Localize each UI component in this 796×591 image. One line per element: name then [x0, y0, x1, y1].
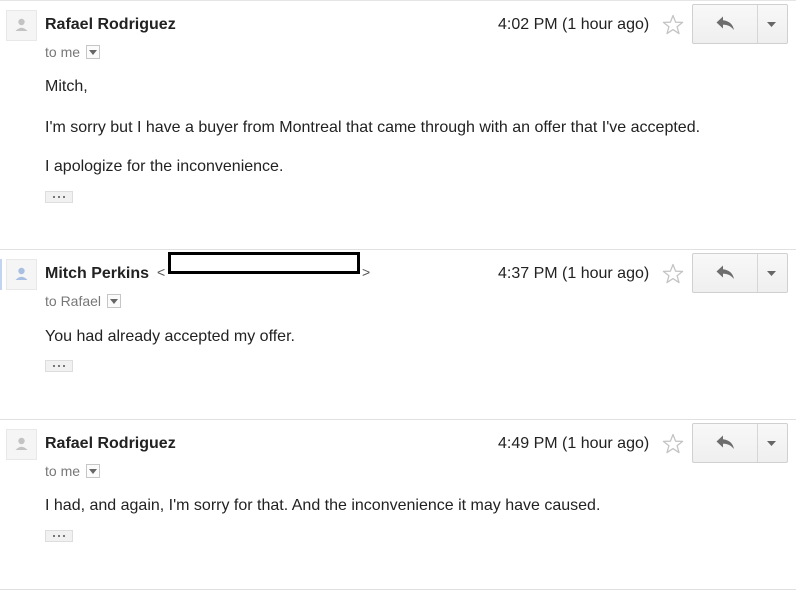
show-details-button[interactable]	[107, 294, 122, 309]
reply-button-group	[692, 423, 788, 463]
message-body-line: You had already accepted my offer.	[45, 328, 295, 345]
recipient-label: to Rafael	[45, 293, 102, 309]
reply-button-group	[692, 4, 788, 44]
reply-icon	[716, 435, 734, 449]
message-body-line: I apologize for the inconvenience.	[45, 158, 284, 175]
ellipsis-icon	[53, 535, 55, 537]
ellipsis-dot	[63, 365, 65, 367]
reply-icon	[716, 265, 734, 279]
reply-icon	[716, 16, 734, 30]
ellipsis-dot	[58, 535, 60, 537]
person-icon	[15, 437, 28, 450]
more-options-button[interactable]	[757, 5, 787, 43]
recipient-line[interactable]: to Rafael	[45, 293, 122, 309]
show-details-button[interactable]	[86, 45, 101, 60]
message-divider	[0, 249, 796, 250]
top-border	[0, 0, 796, 1]
reply-button[interactable]	[693, 254, 758, 292]
avatar	[6, 259, 37, 290]
focus-indicator	[0, 259, 2, 290]
recipient-label: to me	[45, 44, 81, 60]
message-time: 4:49 PM (1 hour ago)	[498, 435, 650, 452]
person-icon	[15, 267, 28, 280]
email-close-bracket: >	[362, 264, 371, 280]
more-options-button[interactable]	[757, 424, 787, 462]
message-body-line: I'm sorry but I have a buyer from Montre…	[45, 119, 701, 136]
message-divider	[0, 419, 796, 420]
sender-name[interactable]: Rafael Rodriguez	[45, 435, 176, 453]
chevron-down-icon	[110, 299, 119, 305]
ellipsis-dot	[63, 535, 65, 537]
chevron-down-icon	[89, 50, 98, 56]
chevron-down-icon	[89, 469, 98, 475]
ellipsis-icon	[53, 365, 55, 367]
person-icon	[15, 18, 28, 31]
show-trimmed-content-button[interactable]	[45, 191, 73, 203]
star-icon[interactable]	[662, 433, 684, 455]
reply-button[interactable]	[693, 424, 758, 462]
email-open-bracket: <	[157, 264, 166, 280]
dropdown-arrow-icon	[767, 22, 776, 27]
dropdown-arrow-icon	[767, 271, 776, 276]
more-options-button[interactable]	[757, 254, 787, 292]
message-time: 4:37 PM (1 hour ago)	[498, 265, 650, 282]
ellipsis-dot	[58, 196, 60, 198]
avatar	[6, 10, 37, 41]
redacted-email-box	[168, 252, 360, 274]
message-time: 4:02 PM (1 hour ago)	[498, 16, 650, 33]
star-icon[interactable]	[662, 263, 684, 285]
sender-name[interactable]: Mitch Perkins	[45, 265, 149, 283]
sender-email[interactable]: < >	[157, 264, 370, 280]
ellipsis-dot	[58, 365, 60, 367]
avatar	[6, 429, 37, 460]
message-divider	[0, 589, 796, 590]
ellipsis-dot	[63, 196, 65, 198]
recipient-line[interactable]: to me	[45, 463, 101, 479]
reply-button-group	[692, 253, 788, 293]
reply-button[interactable]	[693, 5, 758, 43]
message-body-line: Mitch,	[45, 78, 88, 95]
dropdown-arrow-icon	[767, 441, 776, 446]
star-icon[interactable]	[662, 14, 684, 36]
show-trimmed-content-button[interactable]	[45, 360, 73, 372]
recipient-line[interactable]: to me	[45, 44, 101, 60]
recipient-label: to me	[45, 463, 81, 479]
ellipsis-icon	[53, 196, 55, 198]
message-body-line: I had, and again, I'm sorry for that. An…	[45, 497, 601, 514]
show-details-button[interactable]	[86, 464, 101, 479]
show-trimmed-content-button[interactable]	[45, 530, 73, 542]
sender-name[interactable]: Rafael Rodriguez	[45, 16, 176, 34]
